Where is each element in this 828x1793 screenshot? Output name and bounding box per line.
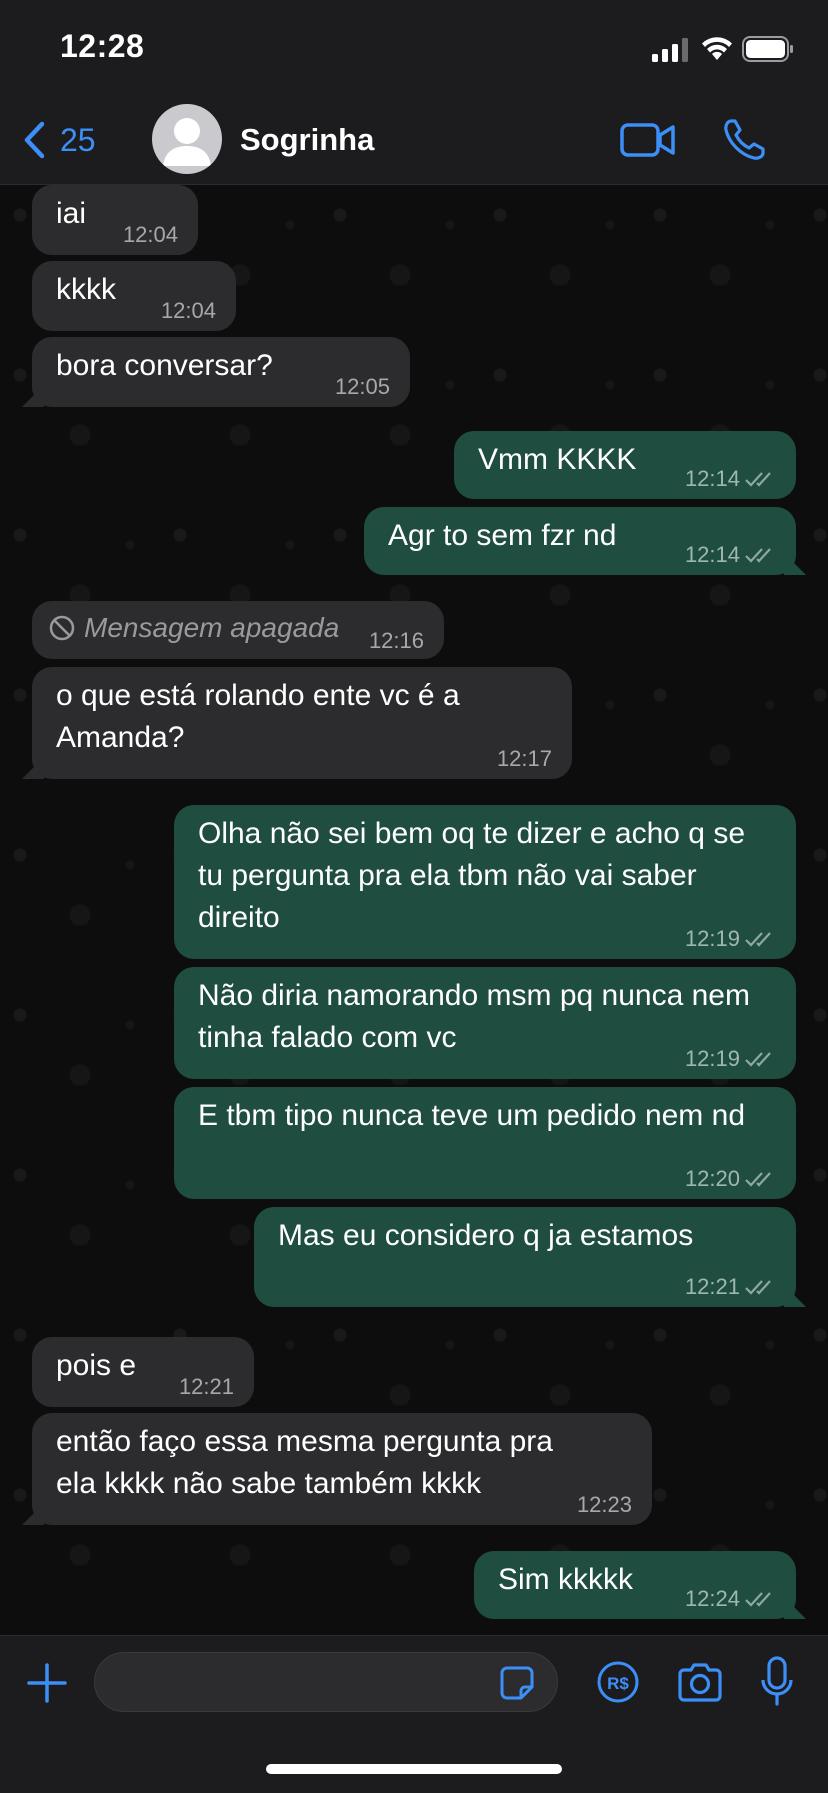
message-time: 12:16: [368, 628, 424, 653]
message-deleted[interactable]: Mensagem apagada 12:16: [32, 601, 444, 659]
message-time: 12:24: [684, 1586, 740, 1611]
status-time: 12:28: [60, 28, 145, 64]
message-incoming[interactable]: iai 12:04: [32, 185, 198, 255]
message-outgoing[interactable]: E tbm tipo nunca teve um pedido nem nd 1…: [174, 1087, 796, 1199]
camera-icon[interactable]: [676, 1662, 724, 1702]
home-indicator[interactable]: [266, 1764, 562, 1774]
default-avatar-icon: [163, 118, 211, 166]
wifi-icon: [702, 37, 732, 60]
message-text: iai: [56, 197, 87, 230]
double-check-icon: [745, 1280, 771, 1295]
message-outgoing[interactable]: Mas eu considero q ja estamos 12:21: [254, 1207, 796, 1307]
message-text: pois e: [56, 1349, 137, 1382]
unread-count: 25: [60, 121, 96, 158]
message-text: o que está rolando ente vc é a Amanda?: [56, 679, 460, 754]
message-text: Vmm KKKK: [478, 443, 637, 476]
message-text: então faço essa mesma pergunta pra ela k…: [56, 1425, 553, 1500]
message-text: Sim kkkkk: [498, 1563, 633, 1596]
real-currency-icon[interactable]: R$: [596, 1660, 640, 1704]
microphone-icon[interactable]: [760, 1656, 794, 1708]
double-check-icon: [745, 1052, 771, 1067]
message-incoming[interactable]: o que está rolando ente vc é a Amanda? 1…: [32, 667, 572, 779]
message-input[interactable]: [94, 1652, 558, 1712]
phone-icon[interactable]: [722, 118, 766, 162]
message-time: 12:04: [160, 298, 216, 323]
message-time: 12:21: [684, 1274, 740, 1299]
message-time: 12:14: [684, 466, 740, 491]
message-text: E tbm tipo nunca teve um pedido nem nd: [198, 1099, 746, 1132]
message-time: 12:20: [684, 1166, 740, 1191]
double-check-icon: [745, 932, 771, 947]
message-incoming[interactable]: kkkk 12:04: [32, 261, 236, 331]
message-text: Agr to sem fzr nd: [388, 519, 617, 552]
back-button[interactable]: 25: [22, 120, 96, 160]
message-time: 12:23: [576, 1492, 632, 1517]
double-check-icon: [745, 1592, 771, 1607]
message-outgoing[interactable]: Sim kkkkk 12:24: [474, 1551, 796, 1619]
message-text: kkkk: [56, 273, 116, 306]
double-check-icon: [745, 1172, 771, 1187]
chat-header: 25 Sogrinha: [0, 96, 828, 185]
message-outgoing[interactable]: Olha não sei bem oq te dizer e acho q se…: [174, 805, 796, 959]
chevron-left-icon: [24, 121, 45, 159]
message-time: 12:04: [122, 222, 178, 247]
message-outgoing[interactable]: Agr to sem fzr nd 12:14: [364, 507, 796, 575]
avatar[interactable]: [152, 104, 222, 174]
message-time: 12:17: [496, 746, 552, 771]
chat-area[interactable]: iai 12:04 kkkk 12:04 bora conversar? 12:…: [0, 185, 828, 1635]
cellular-signal-icon: [652, 38, 688, 62]
double-check-icon: [745, 548, 771, 563]
svg-text:R$: R$: [607, 1674, 629, 1693]
status-bar: 12:28: [0, 0, 828, 96]
message-time: 12:19: [684, 926, 740, 951]
message-time: 12:19: [684, 1046, 740, 1071]
message-text: bora conversar?: [56, 349, 273, 382]
message-text: Mensagem apagada: [84, 612, 340, 643]
message-time: 12:21: [178, 1374, 234, 1399]
message-time: 12:05: [334, 374, 390, 399]
message-time: 12:14: [684, 542, 740, 567]
message-outgoing[interactable]: Vmm KKKK 12:14: [454, 431, 796, 499]
battery-icon: [742, 36, 793, 62]
contact-name[interactable]: Sogrinha: [240, 122, 374, 158]
sticker-icon[interactable]: [499, 1665, 535, 1701]
message-incoming[interactable]: pois e 12:21: [32, 1337, 254, 1407]
plus-icon[interactable]: [26, 1662, 68, 1704]
double-check-icon: [745, 472, 771, 487]
blocked-icon: [49, 615, 75, 641]
message-incoming[interactable]: bora conversar? 12:05: [32, 337, 410, 407]
message-text: Mas eu considero q ja estamos: [278, 1219, 694, 1252]
video-camera-icon[interactable]: [620, 120, 676, 160]
message-incoming[interactable]: então faço essa mesma pergunta pra ela k…: [32, 1413, 652, 1525]
message-text: Olha não sei bem oq te dizer e acho q se…: [198, 817, 746, 934]
message-outgoing[interactable]: Não diria namorando msm pq nunca nem tin…: [174, 967, 796, 1079]
